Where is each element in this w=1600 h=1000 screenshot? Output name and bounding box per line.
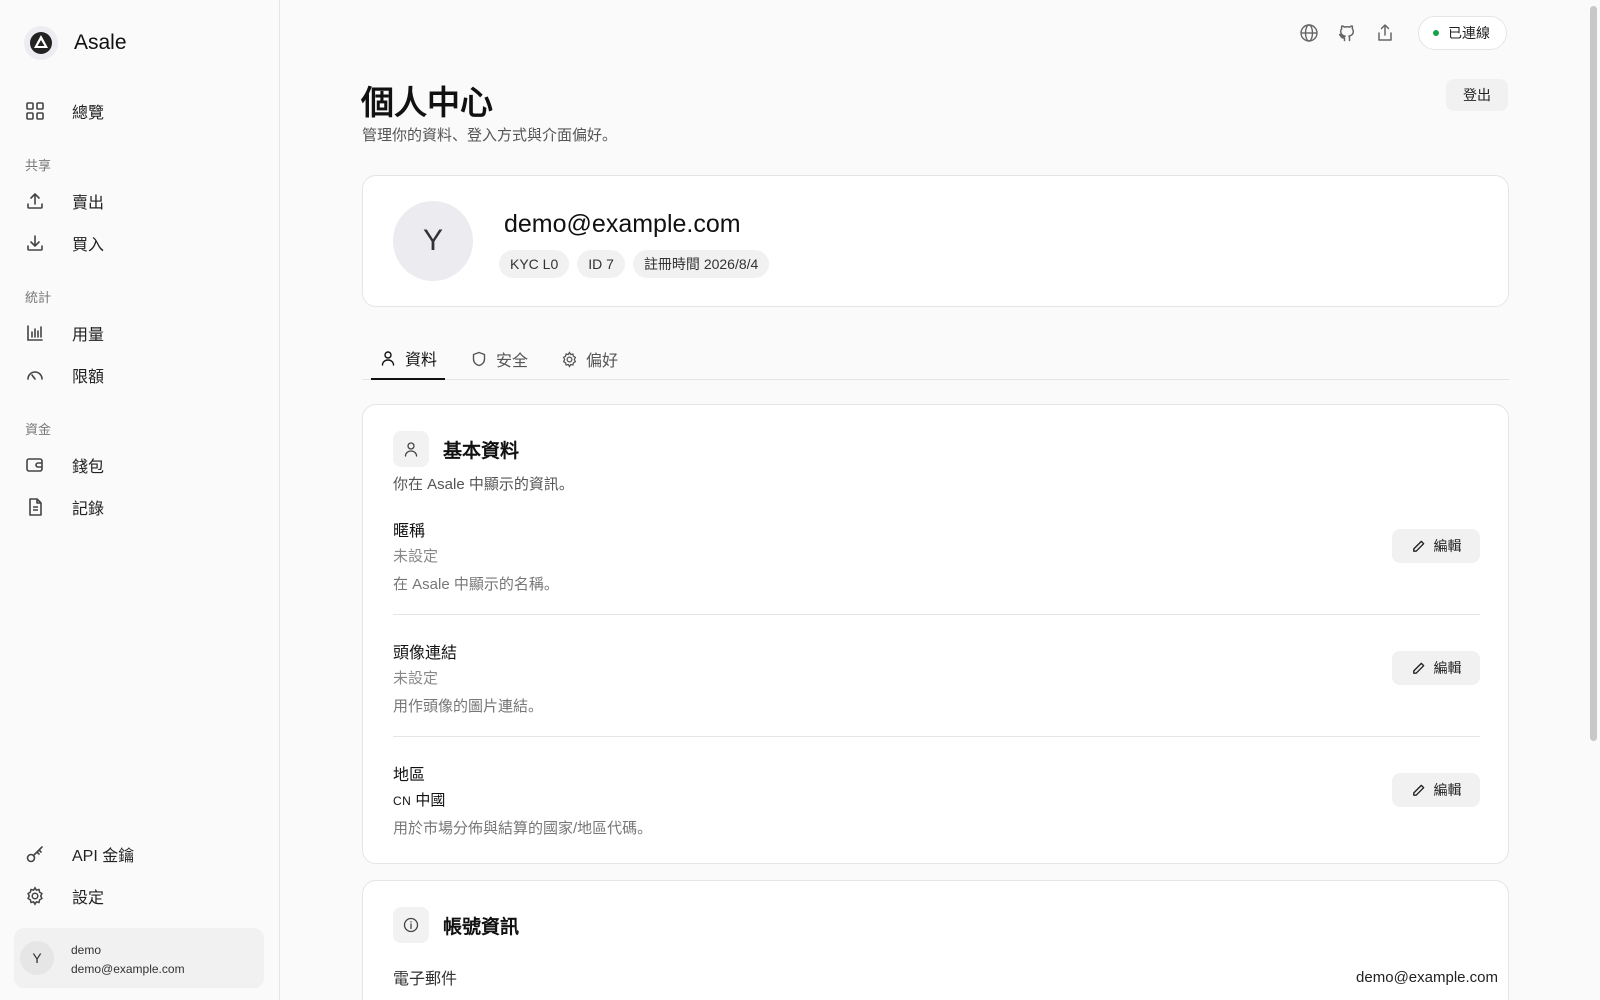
id-badge: ID 7 [577, 250, 625, 278]
divider [393, 736, 1480, 737]
avatar: Y [393, 201, 473, 281]
sidebar-item-label: 限額 [72, 369, 105, 386]
share-icon[interactable] [1372, 20, 1398, 46]
gear-icon [560, 350, 578, 368]
avatar-url-field: 頭像連結 未設定 用作頭像的圖片連結。 編輯 [393, 639, 1480, 729]
edit-label: 編輯 [1433, 538, 1462, 554]
field-help: 用於市場分佈與結算的國家/地區代碼。 [393, 820, 653, 837]
kyc-badge: KYC L0 [499, 250, 570, 278]
gauge-icon [24, 364, 46, 386]
sidebar-item-label: 記錄 [72, 501, 105, 518]
sidebar-item-settings[interactable]: 設定 [24, 881, 104, 911]
sidebar-item-wallet[interactable]: 錢包 [24, 450, 104, 480]
sidebar-item-label: 總覽 [72, 105, 105, 122]
logout-button[interactable]: 登出 [1446, 79, 1508, 111]
email-label: 電子郵件 [393, 971, 458, 988]
grid-icon [24, 100, 46, 122]
tab-label: 資料 [405, 352, 438, 369]
registered-badge: 註冊時間 2026/8/4 [632, 250, 770, 278]
field-label: 暱稱 [393, 523, 426, 540]
profile-email: demo@example.com [504, 210, 741, 238]
sidebar-item-label: 錢包 [72, 459, 105, 476]
tab-label: 偏好 [586, 353, 619, 370]
profile-badges: KYC L0 ID 7 註冊時間 2026/8/4 [499, 250, 770, 278]
pencil-icon [1412, 540, 1424, 552]
info-icon [393, 907, 429, 943]
shield-icon [470, 350, 488, 368]
sidebar-item-label: 設定 [72, 890, 105, 907]
page-subtitle: 管理你的資料、登入方式與介面偏好。 [362, 127, 618, 144]
upload-icon [24, 190, 46, 212]
field-value: 未設定 [393, 548, 439, 565]
section-title: 帳號資訊 [443, 917, 520, 938]
edit-nickname-button[interactable]: 編輯 [1392, 529, 1480, 563]
sidebar-item-overview[interactable]: 總覽 [24, 96, 104, 126]
edit-avatar-url-button[interactable]: 編輯 [1392, 651, 1480, 685]
wallet-icon [24, 454, 46, 476]
country-name: 中國 [415, 792, 446, 809]
sidebar-section-title: 共享 [25, 158, 52, 173]
pencil-icon [1412, 784, 1424, 796]
user-card[interactable]: Y demo demo@example.com [14, 928, 264, 988]
field-label: 頭像連結 [393, 645, 458, 662]
sidebar-item-label: API 金鑰 [72, 848, 135, 865]
gear-icon [24, 885, 46, 907]
tab-profile[interactable]: 資料 [371, 338, 446, 380]
user-icon [379, 349, 397, 367]
sidebar-item-api-keys[interactable]: API 金鑰 [24, 839, 134, 869]
edit-region-button[interactable]: 編輯 [1392, 773, 1480, 807]
user-name: demo [71, 943, 102, 957]
section-description: 你在 Asale 中顯示的資訊。 [393, 476, 574, 493]
github-icon[interactable] [1334, 20, 1360, 46]
globe-icon[interactable] [1296, 20, 1322, 46]
user-icon [393, 431, 429, 467]
sidebar-item-label: 買入 [72, 237, 105, 254]
logo-icon [24, 26, 58, 60]
nickname-field: 暱稱 未設定 在 Asale 中顯示的名稱。 編輯 [393, 517, 1480, 607]
bar-chart-icon [24, 322, 46, 344]
section-title: 基本資料 [443, 441, 520, 462]
brand-name: Asale [74, 31, 127, 54]
basic-info-card: 基本資料 你在 Asale 中顯示的資訊。 暱稱 未設定 在 Asale 中顯示… [362, 404, 1509, 864]
profile-tabs: 資料 安全 偏好 [362, 338, 1509, 380]
account-info-card: 帳號資訊 電子郵件 demo@example.com [362, 880, 1509, 1000]
status-label: 已連線 [1448, 25, 1490, 41]
edit-label: 編輯 [1433, 660, 1462, 676]
tab-security[interactable]: 安全 [462, 338, 536, 380]
connection-status[interactable]: 已連線 [1418, 16, 1507, 50]
sidebar-item-limits[interactable]: 限額 [24, 360, 104, 390]
sidebar-section-title: 資金 [25, 422, 52, 437]
profile-card: Y demo@example.com KYC L0 ID 7 註冊時間 2026… [362, 175, 1509, 307]
sidebar: Asale 總覽 共享 賣出 買入 統計 用量 限額 資金 錢包 記錄 API … [0, 0, 280, 1000]
edit-label: 編輯 [1433, 782, 1462, 798]
user-email: demo@example.com [71, 962, 185, 976]
tab-label: 安全 [496, 353, 529, 370]
sidebar-item-label: 用量 [72, 327, 105, 344]
email-value: demo@example.com [1356, 969, 1498, 986]
field-value: CN 中國 [393, 789, 445, 810]
sidebar-item-buy[interactable]: 買入 [24, 228, 104, 258]
country-code: CN [393, 794, 412, 808]
field-label: 地區 [393, 767, 426, 784]
tab-preferences[interactable]: 偏好 [552, 338, 626, 380]
sidebar-item-label: 賣出 [72, 195, 105, 212]
region-field: 地區 CN 中國 用於市場分佈與結算的國家/地區代碼。 編輯 [393, 761, 1480, 851]
download-icon [24, 232, 46, 254]
key-icon [24, 843, 46, 865]
status-dot-icon [1433, 30, 1439, 36]
sidebar-item-records[interactable]: 記錄 [24, 492, 104, 522]
pencil-icon [1412, 662, 1424, 674]
sidebar-section-title: 統計 [25, 290, 52, 305]
scrollbar[interactable] [1590, 6, 1597, 741]
document-icon [24, 496, 46, 518]
brand[interactable]: Asale [24, 26, 127, 60]
field-value: 未設定 [393, 670, 439, 687]
sidebar-item-usage[interactable]: 用量 [24, 318, 104, 348]
field-help: 用作頭像的圖片連結。 [393, 698, 544, 715]
field-help: 在 Asale 中顯示的名稱。 [393, 576, 559, 593]
page-title: 個人中心 [361, 84, 493, 121]
sidebar-item-sell[interactable]: 賣出 [24, 186, 104, 216]
avatar: Y [20, 941, 54, 975]
divider [393, 614, 1480, 615]
